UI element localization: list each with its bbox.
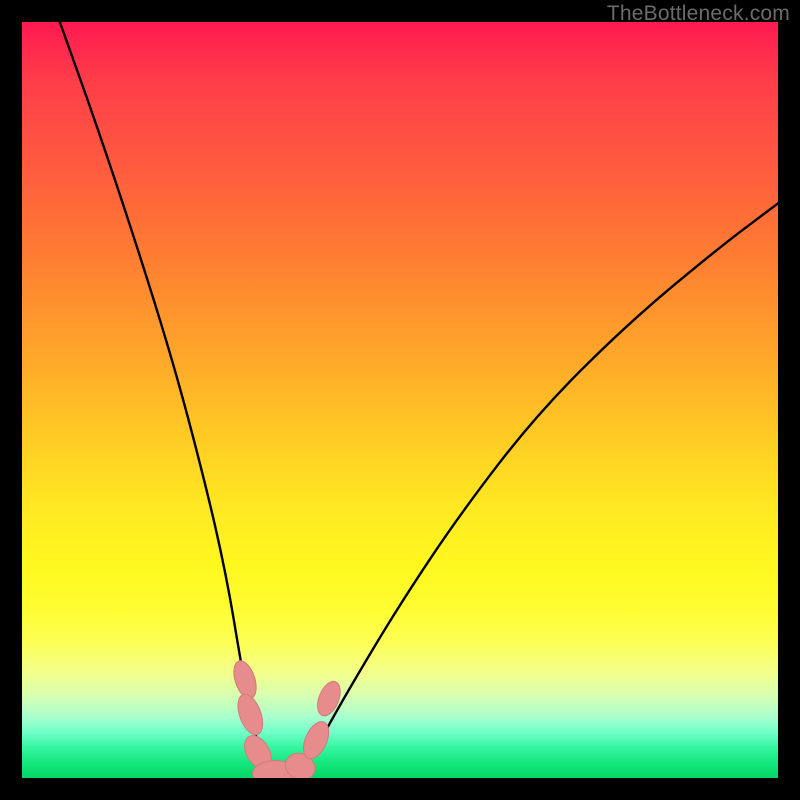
curve-svg <box>22 22 778 778</box>
curve-marker <box>233 691 267 738</box>
bottleneck-curve <box>60 22 778 774</box>
chart-frame: TheBottleneck.com <box>0 0 800 800</box>
curve-markers <box>230 658 345 778</box>
plot-area <box>22 22 778 778</box>
curve-marker <box>313 678 345 719</box>
